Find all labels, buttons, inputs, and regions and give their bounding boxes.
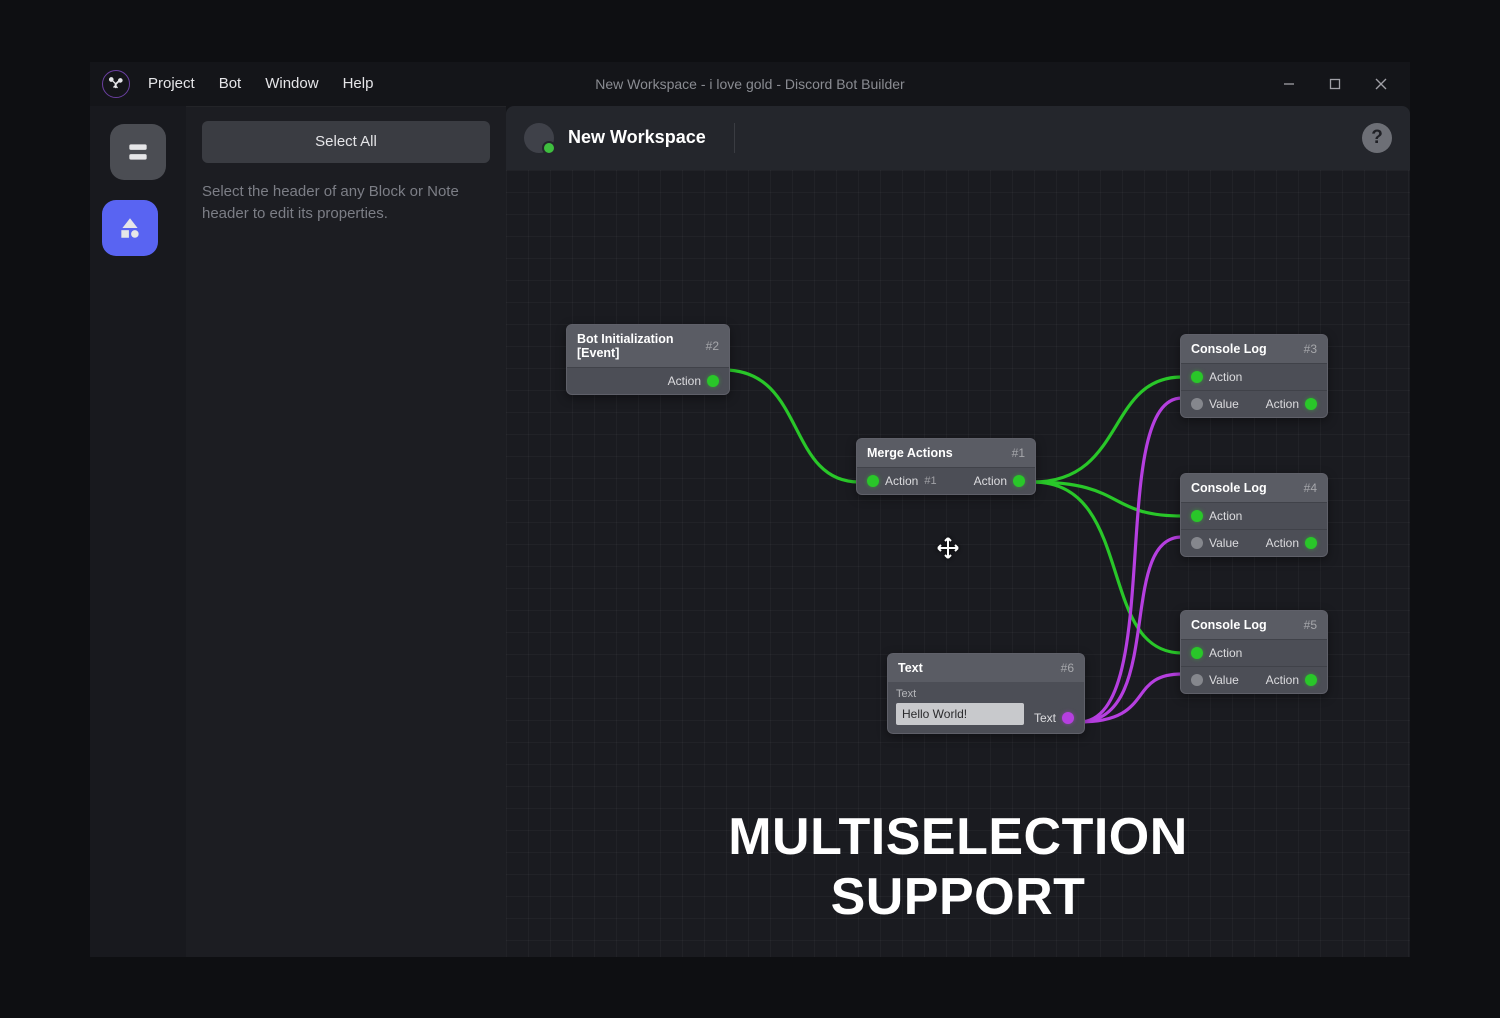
node-title: Console Log: [1191, 618, 1267, 632]
output-port[interactable]: [1062, 712, 1074, 724]
node-id: #5: [1304, 618, 1317, 632]
node-header[interactable]: Console Log #4: [1181, 474, 1327, 502]
node-body: Text Hello World! Text: [888, 682, 1084, 733]
close-button[interactable]: [1358, 62, 1404, 106]
minimize-button[interactable]: [1266, 62, 1312, 106]
node-text[interactable]: Text #6 Text Hello World! Text: [887, 653, 1085, 734]
node-row: Action: [567, 367, 729, 394]
rail-button-list[interactable]: [110, 124, 166, 180]
input-port-value[interactable]: [1191, 674, 1203, 686]
node-id: #4: [1304, 481, 1317, 495]
output-port[interactable]: [1305, 537, 1317, 549]
node-row: Action: [1181, 639, 1327, 666]
node-console-log-3[interactable]: Console Log #3 Action Value Action: [1180, 334, 1328, 418]
input-port-action[interactable]: [1191, 647, 1203, 659]
port-label: Action: [885, 474, 918, 488]
node-merge-actions[interactable]: Merge Actions #1 Action #1 Action: [856, 438, 1036, 495]
select-all-button[interactable]: Select All: [202, 121, 490, 163]
left-rail: [90, 106, 186, 957]
input-port[interactable]: [867, 475, 879, 487]
title-bar: Project Bot Window Help New Workspace - …: [90, 62, 1410, 106]
workspace-avatar[interactable]: [524, 123, 554, 153]
app-body: Select All Select the header of any Bloc…: [90, 106, 1410, 957]
node-row: Action: [1181, 363, 1327, 390]
port-label: Action: [1266, 397, 1299, 411]
caption-text: MULTISELECTION SUPPORT: [728, 807, 1188, 927]
output-port[interactable]: [1305, 674, 1317, 686]
port-label: Value: [1209, 536, 1239, 550]
node-row: Value Action: [1181, 390, 1327, 417]
menu-help[interactable]: Help: [343, 75, 374, 92]
node-bot-initialization[interactable]: Bot Initialization [Event] #2 Action: [566, 324, 730, 395]
node-title: Console Log: [1191, 481, 1267, 495]
help-button[interactable]: ?: [1362, 123, 1392, 153]
input-port-action[interactable]: [1191, 510, 1203, 522]
output-port[interactable]: [707, 375, 719, 387]
input-port-value[interactable]: [1191, 398, 1203, 410]
node-header[interactable]: Console Log #3: [1181, 335, 1327, 363]
port-label: Action: [1266, 673, 1299, 687]
port-label: Action: [668, 374, 701, 388]
main-area: New Workspace ?: [506, 106, 1410, 957]
node-title: Text: [898, 661, 923, 675]
app-logo: [102, 70, 130, 98]
node-title: Console Log: [1191, 342, 1267, 356]
input-port-action[interactable]: [1191, 371, 1203, 383]
port-label: Value: [1209, 397, 1239, 411]
port-label: Action: [1209, 370, 1242, 384]
port-label: Action: [1266, 536, 1299, 550]
port-label: Value: [1209, 673, 1239, 687]
port-label: Action: [974, 474, 1007, 488]
side-panel: Select All Select the header of any Bloc…: [186, 106, 506, 957]
node-id: #6: [1061, 661, 1074, 675]
node-id: #1: [1012, 446, 1025, 460]
app-window: Project Bot Window Help New Workspace - …: [90, 62, 1410, 957]
menu-bot[interactable]: Bot: [219, 75, 242, 92]
workspace-title: New Workspace: [568, 127, 706, 148]
node-row: Action: [1181, 502, 1327, 529]
separator: [734, 123, 735, 153]
port-label: Text: [1034, 711, 1056, 725]
port-label: Action: [1209, 509, 1242, 523]
node-row: Value Action: [1181, 529, 1327, 556]
rail-button-shapes[interactable]: [102, 200, 158, 256]
node-header[interactable]: Text #6: [888, 654, 1084, 682]
node-console-log-4[interactable]: Console Log #4 Action Value Action: [1180, 473, 1328, 557]
workspace-header: New Workspace ?: [506, 106, 1410, 170]
node-row: Action #1 Action: [857, 467, 1035, 494]
node-title: Merge Actions: [867, 446, 953, 460]
field-label: Text: [896, 688, 1076, 700]
side-hint-text: Select the header of any Block or Note h…: [202, 181, 490, 226]
input-port-value[interactable]: [1191, 537, 1203, 549]
node-row: Value Action: [1181, 666, 1327, 693]
node-id: #2: [706, 339, 719, 353]
node-title: Bot Initialization [Event]: [577, 332, 706, 360]
node-header[interactable]: Bot Initialization [Event] #2: [567, 325, 729, 367]
node-canvas[interactable]: Bot Initialization [Event] #2 Action: [506, 170, 1410, 957]
window-controls: [1266, 62, 1404, 106]
node-header[interactable]: Merge Actions #1: [857, 439, 1035, 467]
text-field[interactable]: Hello World!: [896, 703, 1024, 725]
window-title: New Workspace - i love gold - Discord Bo…: [595, 76, 904, 92]
output-port[interactable]: [1013, 475, 1025, 487]
node-console-log-5[interactable]: Console Log #5 Action Value Action: [1180, 610, 1328, 694]
maximize-button[interactable]: [1312, 62, 1358, 106]
move-cursor-icon: [936, 536, 960, 560]
menu-project[interactable]: Project: [148, 75, 195, 92]
node-id: #3: [1304, 342, 1317, 356]
node-header[interactable]: Console Log #5: [1181, 611, 1327, 639]
output-port[interactable]: [1305, 398, 1317, 410]
menu-window[interactable]: Window: [265, 75, 318, 92]
port-label: Action: [1209, 646, 1242, 660]
menu-bar: Project Bot Window Help: [148, 75, 373, 92]
port-sublabel: #1: [924, 475, 936, 487]
